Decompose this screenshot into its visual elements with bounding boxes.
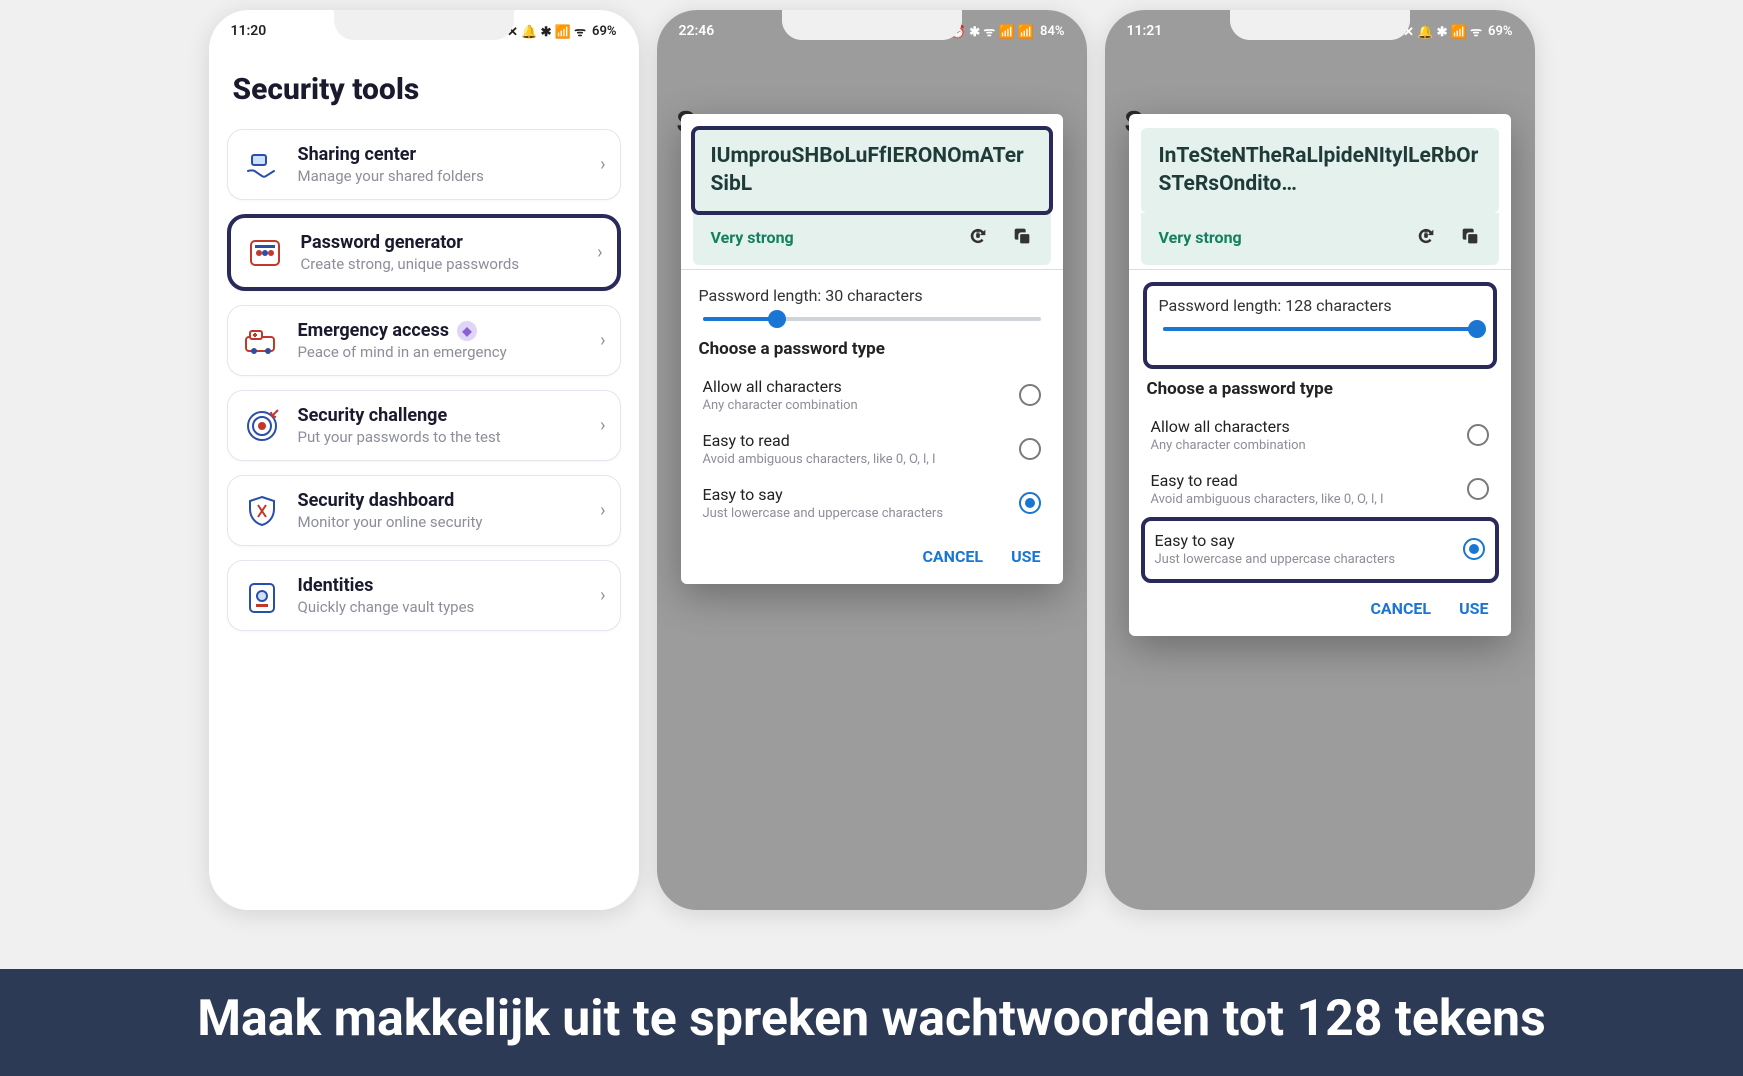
option-subtitle: Avoid ambiguous characters, like 0, O, l… bbox=[1151, 492, 1384, 507]
chevron-right-icon: › bbox=[600, 154, 605, 175]
option-title: Allow all characters bbox=[1151, 417, 1306, 436]
option-title: Easy to say bbox=[703, 485, 944, 504]
regenerate-icon[interactable] bbox=[1415, 225, 1437, 251]
cancel-button[interactable]: CANCEL bbox=[922, 547, 983, 566]
copy-icon[interactable] bbox=[1011, 225, 1033, 251]
option-easy-to-read[interactable]: Easy to read Avoid ambiguous characters, … bbox=[699, 423, 1045, 477]
tool-title: Identities bbox=[298, 575, 585, 596]
tool-subtitle: Manage your shared folders bbox=[298, 167, 585, 185]
page-title: Security tools bbox=[233, 72, 615, 107]
phone-notch bbox=[334, 10, 514, 40]
tool-title: Security dashboard bbox=[298, 490, 585, 511]
regenerate-icon[interactable] bbox=[967, 225, 989, 251]
option-title: Allow all characters bbox=[703, 377, 858, 396]
target-icon bbox=[242, 406, 282, 446]
tool-subtitle: Create strong, unique passwords bbox=[301, 255, 582, 273]
password-length-block: Password length: 30 characters bbox=[699, 286, 1045, 321]
password-generator-dialog: IUmprouSHBoLuFfIERONOmATerSibL Very stron… bbox=[681, 114, 1063, 584]
radio-icon[interactable] bbox=[1467, 478, 1489, 500]
tool-card-emergency-access[interactable]: Emergency access◆ Peace of mind in an eme… bbox=[227, 305, 621, 376]
password-generator-icon bbox=[245, 233, 285, 273]
option-easy-to-say[interactable]: Easy to say Just lowercase and uppercase … bbox=[1141, 517, 1499, 583]
status-icons: ⏰ ✱ ᯤ 📶 📶 bbox=[950, 22, 1034, 40]
slider-thumb[interactable] bbox=[768, 310, 786, 328]
use-button[interactable]: USE bbox=[1011, 547, 1040, 566]
option-easy-to-say[interactable]: Easy to say Just lowercase and uppercase … bbox=[699, 477, 1045, 531]
radio-icon[interactable] bbox=[1467, 424, 1489, 446]
status-icons: ✕ 🔔 ✱ 📶 ᯤ bbox=[507, 22, 586, 40]
status-time: 11:20 bbox=[231, 23, 267, 39]
status-battery: 69% bbox=[1488, 24, 1512, 39]
tool-card-identities[interactable]: Identities Quickly change vault types › bbox=[227, 560, 621, 631]
status-battery: 84% bbox=[1040, 24, 1064, 39]
password-generator-dialog: InTeSteNTheRaLlpideNItylLeRbOrSTeRsOndit… bbox=[1129, 114, 1511, 636]
radio-icon[interactable] bbox=[1019, 384, 1041, 406]
option-allow-all-characters[interactable]: Allow all characters Any character combin… bbox=[699, 369, 1045, 423]
chevron-right-icon: › bbox=[597, 242, 602, 263]
emergency-icon bbox=[242, 321, 282, 361]
password-type-heading: Choose a password type bbox=[1147, 379, 1493, 399]
option-title: Easy to say bbox=[1155, 531, 1396, 550]
status-time: 11:21 bbox=[1127, 23, 1163, 39]
tool-subtitle: Put your passwords to the test bbox=[298, 428, 585, 446]
chevron-right-icon: › bbox=[600, 585, 605, 606]
cancel-button[interactable]: CANCEL bbox=[1370, 599, 1431, 618]
phone-generator-30: 22:46 ⏰ ✱ ᯤ 📶 📶 84% S IUmprouSHBoLuFfIER… bbox=[657, 10, 1087, 910]
slider-thumb[interactable] bbox=[1468, 320, 1486, 338]
phone-generator-128: 11:21 ✕ 🔔 ✱ 📶 ᯤ 69% S InTeSteNTheRaLlpid… bbox=[1105, 10, 1535, 910]
copy-icon[interactable] bbox=[1459, 225, 1481, 251]
tool-card-security-dashboard[interactable]: Security dashboard Monitor your online se… bbox=[227, 475, 621, 546]
tool-card-password-generator[interactable]: Password generator Create strong, unique … bbox=[227, 214, 621, 291]
strength-label: Very strong bbox=[1159, 228, 1242, 247]
phones-row: 11:20 ✕ 🔔 ✱ 📶 ᯤ 69% Security tools Shari… bbox=[0, 0, 1743, 1076]
status-time: 22:46 bbox=[679, 23, 715, 39]
tool-title: Security challenge bbox=[298, 405, 585, 426]
tool-subtitle: Peace of mind in an emergency bbox=[298, 343, 585, 361]
option-allow-all-characters[interactable]: Allow all characters Any character combin… bbox=[1147, 409, 1493, 463]
id-card-icon bbox=[242, 576, 282, 616]
option-subtitle: Any character combination bbox=[703, 398, 858, 413]
phone-notch bbox=[782, 10, 962, 40]
length-slider[interactable] bbox=[1163, 327, 1477, 331]
shield-icon bbox=[242, 491, 282, 531]
use-button[interactable]: USE bbox=[1459, 599, 1488, 618]
option-subtitle: Just lowercase and uppercase characters bbox=[1155, 552, 1396, 567]
tool-subtitle: Quickly change vault types bbox=[298, 598, 585, 616]
status-battery: 69% bbox=[592, 24, 616, 39]
password-length-block: Password length: 128 characters bbox=[1143, 282, 1497, 369]
generated-password-display: IUmprouSHBoLuFfIERONOmATerSibL bbox=[693, 128, 1051, 213]
radio-icon[interactable] bbox=[1463, 538, 1485, 560]
password-length-label: Password length: 128 characters bbox=[1159, 296, 1481, 315]
option-easy-to-read[interactable]: Easy to read Avoid ambiguous characters, … bbox=[1147, 463, 1493, 517]
tool-title: Emergency access◆ bbox=[298, 320, 585, 341]
tool-card-security-challenge[interactable]: Security challenge Put your passwords to … bbox=[227, 390, 621, 461]
strength-label: Very strong bbox=[711, 228, 794, 247]
length-slider[interactable] bbox=[703, 317, 1041, 321]
radio-icon[interactable] bbox=[1019, 492, 1041, 514]
chevron-right-icon: › bbox=[600, 330, 605, 351]
chevron-right-icon: › bbox=[600, 415, 605, 436]
chevron-right-icon: › bbox=[600, 500, 605, 521]
caption-bar: Maak makkelijk uit te spreken wachtwoord… bbox=[0, 969, 1743, 1076]
status-icons: ✕ 🔔 ✱ 📶 ᯤ bbox=[1403, 22, 1482, 40]
tool-subtitle: Monitor your online security bbox=[298, 513, 585, 531]
share-hands-icon bbox=[242, 145, 282, 185]
tool-title: Sharing center bbox=[298, 144, 585, 165]
password-type-heading: Choose a password type bbox=[699, 339, 1045, 359]
option-subtitle: Just lowercase and uppercase characters bbox=[703, 506, 944, 521]
phone-security-tools: 11:20 ✕ 🔔 ✱ 📶 ᯤ 69% Security tools Shari… bbox=[209, 10, 639, 910]
tool-card-sharing-center[interactable]: Sharing center Manage your shared folders… bbox=[227, 129, 621, 200]
option-subtitle: Any character combination bbox=[1151, 438, 1306, 453]
premium-badge-icon: ◆ bbox=[457, 321, 477, 341]
option-title: Easy to read bbox=[1151, 471, 1384, 490]
tool-title: Password generator bbox=[301, 232, 582, 253]
option-subtitle: Avoid ambiguous characters, like 0, O, l… bbox=[703, 452, 936, 467]
password-length-label: Password length: 30 characters bbox=[699, 286, 1045, 305]
radio-icon[interactable] bbox=[1019, 438, 1041, 460]
option-title: Easy to read bbox=[703, 431, 936, 450]
generated-password-display: InTeSteNTheRaLlpideNItylLeRbOrSTeRsOndit… bbox=[1141, 128, 1499, 213]
phone-notch bbox=[1230, 10, 1410, 40]
